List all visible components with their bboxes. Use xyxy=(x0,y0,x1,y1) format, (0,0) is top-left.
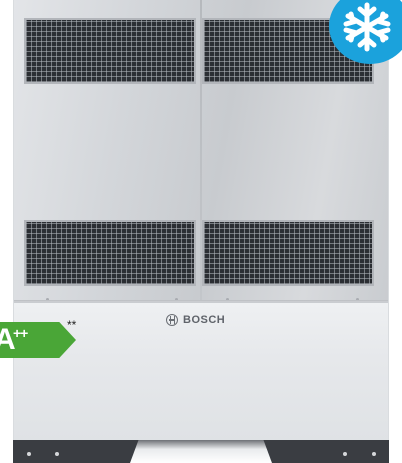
foot-bolt xyxy=(55,452,59,456)
foot-bolt xyxy=(27,452,31,456)
brand-mark: BOSCH xyxy=(166,314,225,326)
bosch-logo-icon xyxy=(166,314,178,326)
snowflake-icon xyxy=(343,2,391,52)
product-image: BOSCH A ++ ** xyxy=(0,0,402,463)
foot-bolt xyxy=(343,452,347,456)
vent-grille xyxy=(202,220,374,286)
energy-class-suffix: ++ xyxy=(13,325,28,341)
base-opening xyxy=(130,440,272,463)
vent-grille xyxy=(24,18,196,84)
foot-bolt xyxy=(372,452,376,456)
vent-grille xyxy=(24,220,196,286)
energy-footnote-marker: ** xyxy=(67,318,77,332)
brand-name: BOSCH xyxy=(183,314,226,326)
